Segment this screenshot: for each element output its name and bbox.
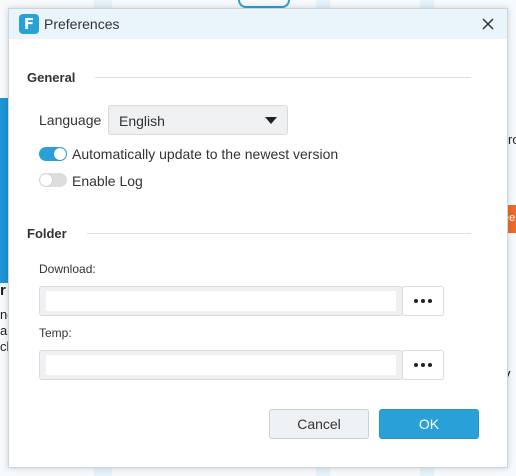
folder-section-divider — [87, 233, 471, 234]
toggle-knob — [54, 148, 66, 160]
enable-log-toggle[interactable] — [39, 173, 67, 187]
ok-button[interactable]: OK — [379, 409, 479, 439]
background-text: ro — [508, 132, 516, 147]
temp-path-input[interactable] — [46, 355, 396, 375]
folder-section-heading: Folder — [27, 226, 67, 241]
temp-path-field — [39, 350, 403, 380]
more-dots-icon — [414, 299, 432, 303]
download-path-field — [39, 286, 403, 316]
background-text: r — [0, 282, 6, 299]
auto-update-toggle[interactable] — [39, 147, 67, 161]
toggle-knob — [40, 174, 52, 186]
title-bar: F Preferences — [9, 9, 507, 39]
chevron-down-icon — [265, 117, 277, 124]
general-section-divider — [95, 77, 471, 78]
close-button[interactable] — [475, 11, 501, 37]
enable-log-label: Enable Log — [72, 173, 143, 189]
temp-browse-button[interactable] — [402, 350, 444, 380]
download-browse-button[interactable] — [402, 286, 444, 316]
background-text: a — [0, 323, 8, 338]
more-dots-icon — [414, 363, 432, 367]
close-icon — [482, 18, 494, 30]
dialog-title: Preferences — [44, 16, 120, 32]
download-path-input[interactable] — [46, 291, 396, 311]
cancel-button[interactable]: Cancel — [269, 409, 369, 439]
language-select[interactable]: English — [108, 105, 288, 135]
general-section-heading: General — [27, 70, 76, 85]
download-label: Download: — [39, 262, 96, 276]
temp-label: Temp: — [39, 326, 72, 340]
language-select-value: English — [119, 113, 165, 129]
auto-update-label: Automatically update to the newest versi… — [72, 146, 339, 162]
language-label: Language — [39, 112, 102, 128]
background-icon — [238, 0, 290, 8]
app-logo-icon: F — [19, 14, 39, 34]
preferences-dialog: F Preferences General Language English A… — [8, 8, 508, 468]
